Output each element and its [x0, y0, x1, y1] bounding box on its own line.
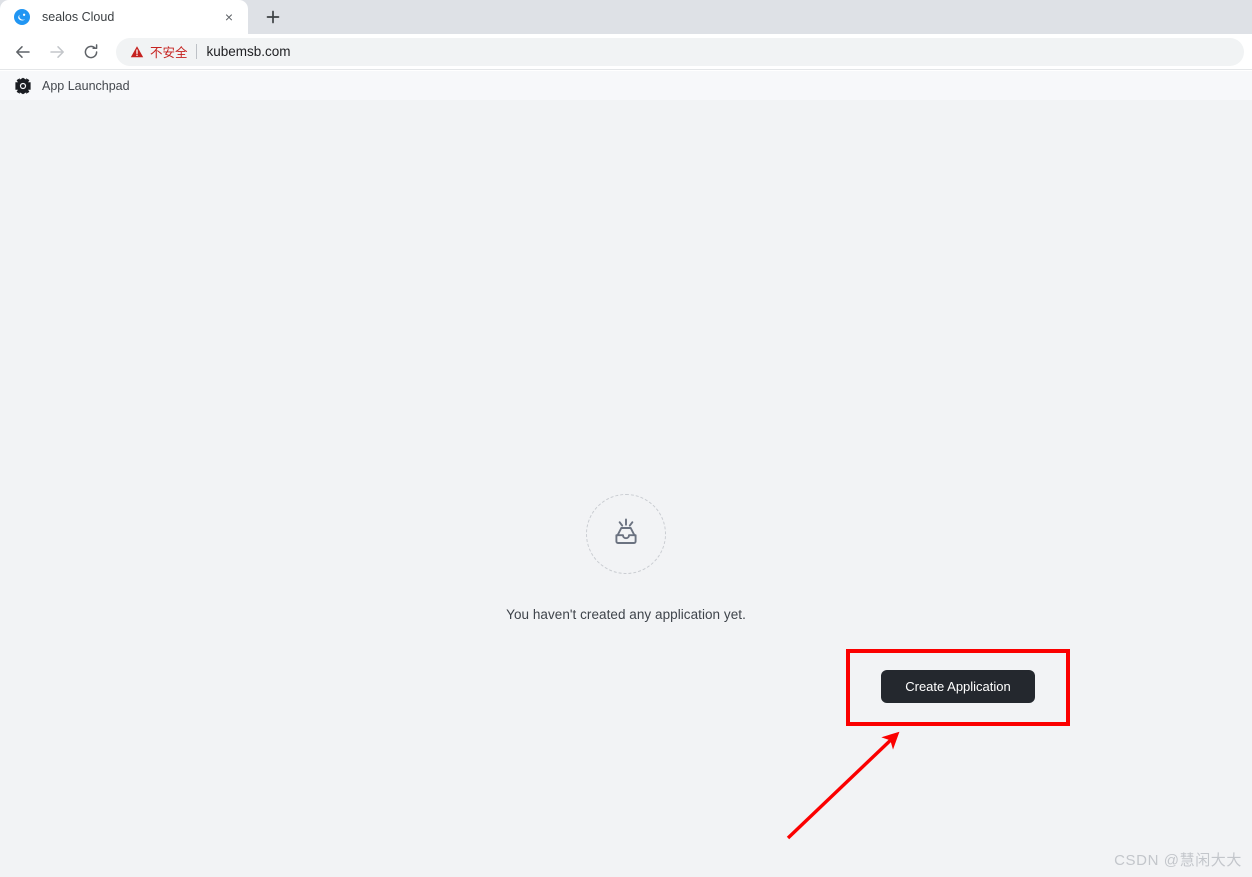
app-content: You haven't created any application yet.…: [0, 100, 1252, 877]
forward-arrow-icon: [42, 37, 72, 67]
address-bar[interactable]: 不安全 kubemsb.com: [116, 37, 1244, 66]
empty-state-message: You haven't created any application yet.: [506, 607, 746, 622]
reload-icon[interactable]: [76, 37, 106, 67]
create-application-button[interactable]: Create Application: [881, 670, 1035, 703]
new-tab-button[interactable]: [258, 2, 288, 32]
app-header: App Launchpad: [0, 71, 1252, 100]
browser-window: sealos Cloud × 不安全 kubemsb.com App Launc…: [0, 0, 1252, 877]
sealos-gem-icon[interactable]: [13, 76, 32, 95]
empty-state-circle: [586, 494, 666, 574]
annotation-arrow: [770, 720, 920, 850]
security-status-label: 不安全: [150, 46, 188, 60]
omnibox-divider: [195, 44, 197, 59]
warning-triangle-icon[interactable]: [130, 45, 144, 59]
back-arrow-icon[interactable]: [8, 37, 38, 67]
csdn-watermark: CSDN @慧闲大大: [1114, 852, 1242, 869]
browser-tab-sealos-cloud[interactable]: sealos Cloud ×: [0, 0, 248, 34]
app-page: App Launchpad You haven't created any ap…: [0, 71, 1252, 877]
browser-toolbar: 不安全 kubemsb.com: [0, 34, 1252, 70]
sealos-favicon-icon: [14, 9, 30, 25]
tab-strip: sealos Cloud ×: [0, 0, 1252, 34]
inbox-empty-icon: [606, 512, 646, 557]
browser-tab-title: sealos Cloud: [42, 10, 115, 24]
address-bar-url: kubemsb.com: [206, 44, 291, 59]
close-tab-icon[interactable]: ×: [220, 8, 238, 26]
app-header-title: App Launchpad: [42, 78, 130, 93]
empty-state: You haven't created any application yet.: [0, 494, 1252, 622]
